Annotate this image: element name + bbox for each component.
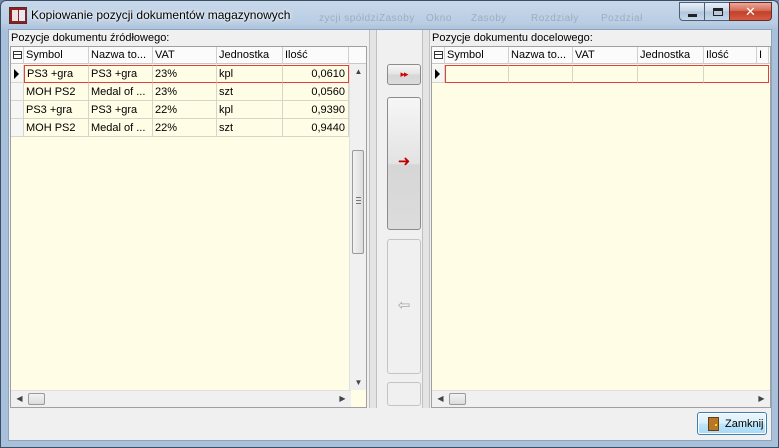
app-icon — [9, 7, 27, 24]
row-indicator — [11, 65, 24, 83]
table-row[interactable]: PS3 +gra PS3 +gra 22% kpl 0,9390 — [11, 101, 366, 119]
current-row-icon — [435, 69, 440, 79]
dialog-window: Kopiowanie pozycji dokumentów magazynowy… — [0, 0, 779, 448]
cell-name[interactable] — [509, 65, 573, 83]
source-grid-header: Symbol Nazwa to... VAT Jednostka Ilość — [11, 47, 366, 64]
table-row[interactable]: PS3 +gra PS3 +gra 23% kpl 0,0610 — [11, 65, 366, 83]
current-row-icon — [14, 69, 19, 79]
cell-vat[interactable]: 23% — [153, 83, 217, 101]
cell-vat[interactable]: 22% — [153, 101, 217, 119]
caption-buttons: ✕ — [679, 2, 772, 21]
target-grid[interactable]: Symbol Nazwa to... VAT Jednostka Ilość I… — [431, 46, 771, 408]
row-indicator — [11, 83, 24, 101]
ghost-menu-item: Zasoby — [379, 13, 415, 24]
minimize-icon — [688, 14, 697, 17]
col-name[interactable]: Nazwa to... — [89, 47, 153, 64]
source-horizontal-scrollbar[interactable]: ◀ ▶ — [11, 390, 351, 407]
close-button[interactable]: Zamknij — [697, 412, 767, 435]
title-bar[interactable]: Kopiowanie pozycji dokumentów magazynowy… — [1, 1, 778, 29]
scroll-left-icon[interactable]: ◀ — [11, 394, 28, 403]
scroll-thumb[interactable] — [28, 393, 45, 405]
maximize-button[interactable] — [704, 2, 730, 21]
target-grid-header: Symbol Nazwa to... VAT Jednostka Ilość I — [432, 47, 770, 64]
scroll-thumb[interactable] — [352, 150, 364, 254]
cell-unit[interactable]: kpl — [217, 65, 283, 83]
cell-vat[interactable]: 23% — [153, 65, 217, 83]
ghost-menu-item: zycji spółdzi — [319, 13, 379, 24]
col-unit[interactable]: Jednostka — [638, 47, 704, 64]
ghost-menu-item: Pozdział — [601, 13, 643, 24]
double-arrow-right-icon: ▸▸ — [400, 69, 408, 79]
close-window-button[interactable]: ✕ — [729, 2, 772, 21]
col-quantity[interactable]: Ilość — [704, 47, 757, 64]
close-button-label: Zamknij — [725, 418, 764, 430]
right-splitter[interactable] — [422, 30, 430, 408]
scroll-thumb[interactable] — [449, 393, 466, 405]
cell-unit[interactable]: szt — [217, 83, 283, 101]
door-exit-icon — [708, 417, 719, 431]
cell-name[interactable]: Medal of ... — [89, 83, 153, 101]
scroll-left-icon[interactable]: ◀ — [432, 394, 449, 403]
arrow-right-icon: ➜ — [397, 153, 411, 170]
remove-all-button[interactable] — [387, 382, 421, 406]
cell-symbol[interactable]: PS3 +gra — [24, 101, 89, 119]
cell-name[interactable]: PS3 +gra — [89, 65, 153, 83]
close-icon: ✕ — [745, 4, 756, 19]
col-vat[interactable]: VAT — [573, 47, 638, 64]
remove-selected-button[interactable]: ⇦ — [387, 239, 421, 374]
col-next[interactable]: I — [757, 47, 769, 64]
cell-vat[interactable] — [573, 65, 638, 83]
dialog-client-area: Pozycje dokumentu źródłowego: Symbol Naz… — [8, 29, 772, 441]
window-title: Kopiowanie pozycji dokumentów magazynowy… — [31, 8, 291, 22]
cell-symbol[interactable] — [445, 65, 509, 83]
left-splitter[interactable] — [369, 30, 377, 408]
scroll-up-icon[interactable]: ▲ — [350, 67, 366, 76]
row-indicator — [11, 101, 24, 119]
cell-quantity[interactable]: 0,9440 — [283, 119, 349, 137]
cell-symbol[interactable]: MOH PS2 — [24, 83, 89, 101]
table-row[interactable]: MOH PS2 Medal of ... 22% szt 0,9440 — [11, 119, 366, 137]
scroll-right-icon[interactable]: ▶ — [334, 394, 351, 403]
col-quantity[interactable]: Ilość — [283, 47, 349, 64]
copy-selected-button[interactable]: ➜ — [387, 97, 421, 230]
col-name[interactable]: Nazwa to... — [509, 47, 573, 64]
col-symbol[interactable]: Symbol — [24, 47, 89, 64]
arrow-left-icon: ⇦ — [397, 297, 411, 314]
cell-unit[interactable]: szt — [217, 119, 283, 137]
cell-quantity[interactable] — [704, 65, 769, 83]
scroll-right-icon[interactable]: ▶ — [753, 394, 770, 403]
maximize-icon — [713, 8, 723, 16]
table-row[interactable] — [432, 65, 770, 83]
cell-name[interactable]: PS3 +gra — [89, 101, 153, 119]
cell-symbol[interactable]: MOH PS2 — [24, 119, 89, 137]
col-vat[interactable]: VAT — [153, 47, 217, 64]
source-vertical-scrollbar[interactable]: ▲ ▼ — [349, 64, 366, 390]
col-symbol[interactable]: Symbol — [445, 47, 509, 64]
ghost-menu-item: Zasoby — [471, 13, 507, 24]
ghost-menu-item: Rozdziały — [531, 13, 579, 24]
cell-vat[interactable]: 22% — [153, 119, 217, 137]
cell-unit[interactable] — [638, 65, 704, 83]
copy-all-button[interactable]: ▸▸ — [387, 64, 421, 85]
minimize-button[interactable] — [679, 2, 705, 21]
cell-name[interactable]: Medal of ... — [89, 119, 153, 137]
row-indicator — [11, 119, 24, 137]
cell-quantity[interactable]: 0,9390 — [283, 101, 349, 119]
row-indicator — [432, 65, 445, 83]
target-panel-label: Pozycje dokumentu docelowego: — [432, 32, 593, 44]
ghost-menu-item: Okno — [426, 13, 452, 24]
source-panel-label: Pozycje dokumentu źródłowego: — [11, 32, 170, 44]
column-chooser-icon[interactable] — [432, 47, 445, 64]
cell-quantity[interactable]: 0,0560 — [283, 83, 349, 101]
cell-symbol[interactable]: PS3 +gra — [24, 65, 89, 83]
source-grid[interactable]: Symbol Nazwa to... VAT Jednostka Ilość P… — [10, 46, 367, 408]
scroll-down-icon[interactable]: ▼ — [350, 378, 366, 387]
cell-quantity[interactable]: 0,0610 — [283, 65, 349, 83]
col-unit[interactable]: Jednostka — [217, 47, 283, 64]
column-chooser-icon[interactable] — [11, 47, 24, 64]
cell-unit[interactable]: kpl — [217, 101, 283, 119]
table-row[interactable]: MOH PS2 Medal of ... 23% szt 0,0560 — [11, 83, 366, 101]
target-horizontal-scrollbar[interactable]: ◀ ▶ — [432, 390, 770, 407]
